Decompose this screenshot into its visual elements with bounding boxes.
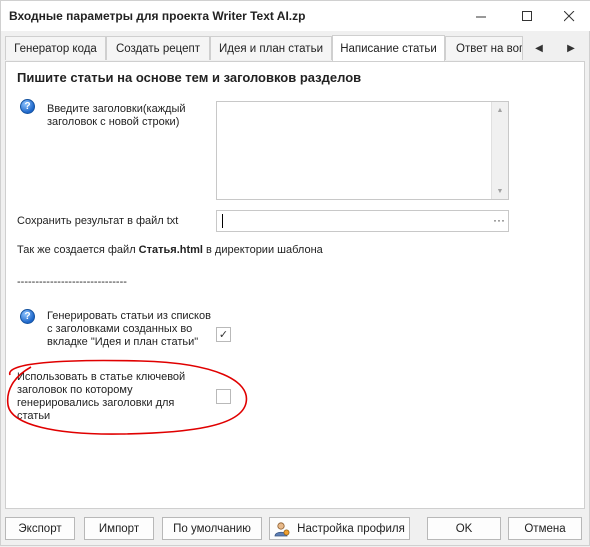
tab-scroll-right[interactable]: ▶ (557, 36, 585, 60)
tab-strip: Генератор кода Создать рецепт Идея и пла… (1, 35, 590, 62)
tab-label: Генератор кода (14, 42, 97, 55)
tab-create-recipe[interactable]: Создать рецепт (106, 36, 210, 60)
vertical-scrollbar[interactable]: ▲ ▼ (491, 102, 508, 199)
defaults-button[interactable]: По умолчанию (162, 517, 262, 540)
tab-write-article[interactable]: Написание статьи (332, 35, 445, 62)
note-suffix: в директории шаблона (202, 244, 323, 256)
profile-settings-label: Настройка профиля (297, 522, 405, 535)
text-caret (222, 214, 223, 228)
keyword-label: Использовать в статье ключевой заголовок… (17, 371, 186, 422)
chevron-left-icon: ◀ (535, 42, 543, 54)
generate-label: Генерировать статьи из списков с заголов… (47, 310, 211, 348)
minimize-button[interactable] (459, 1, 503, 31)
tab-label: Ответ на воп (456, 42, 523, 55)
separator-line: ------------------------------ (17, 276, 127, 288)
profile-settings-button[interactable]: Настройка профиля (269, 517, 410, 540)
tab-label: Идея и план статьи (218, 42, 323, 55)
dialog-window: Входные параметры для проекта Writer Tex… (0, 0, 590, 546)
html-note: Так же создается файл Статья.html в дире… (17, 244, 323, 257)
tab-scroll-left[interactable]: ◀ (525, 36, 553, 60)
ok-button[interactable]: OK (427, 517, 501, 540)
tab-answer[interactable]: Ответ на воп (445, 36, 523, 60)
save-file-input[interactable]: ··· (216, 210, 509, 232)
note-filename: Статья.html (138, 244, 203, 256)
save-file-label: Сохранить результат в файл txt (17, 215, 179, 227)
cancel-button[interactable]: Отмена (508, 517, 582, 540)
scroll-up-icon[interactable]: ▲ (492, 103, 508, 117)
maximize-icon (521, 10, 532, 21)
scroll-down-icon[interactable]: ▼ (492, 184, 508, 198)
section-heading: Пишите статьи на основе тем и заголовков… (17, 70, 362, 85)
generate-checkbox[interactable]: ✓ (216, 327, 231, 342)
help-icon[interactable]: ? (20, 309, 35, 324)
help-icon[interactable]: ? (20, 99, 35, 114)
tab-label: Написание статьи (340, 43, 437, 55)
browse-icon[interactable]: ··· (493, 213, 505, 227)
window-title: Входные параметры для проекта Writer Tex… (9, 9, 306, 23)
checkmark-icon: ✓ (218, 329, 229, 341)
tab-idea-plan[interactable]: Идея и план статьи (210, 36, 332, 60)
keyword-checkbox[interactable] (216, 389, 231, 404)
close-icon (563, 10, 574, 21)
export-button[interactable]: Экспорт (5, 517, 75, 540)
close-button[interactable] (547, 1, 590, 31)
tab-code-generator[interactable]: Генератор кода (5, 36, 106, 60)
user-profile-icon (274, 521, 290, 536)
chevron-right-icon: ▶ (567, 42, 575, 54)
maximize-button[interactable] (505, 1, 549, 31)
note-prefix: Так же создается файл (17, 244, 139, 256)
title-bar: Входные параметры для проекта Writer Tex… (1, 1, 590, 31)
tab-label: Создать рецепт (115, 42, 201, 55)
tab-content-panel: Пишите статьи на основе тем и заголовков… (5, 61, 585, 509)
minimize-icon (475, 16, 486, 17)
import-button[interactable]: Импорт (84, 517, 154, 540)
headings-label: Введите заголовки(каждый заголовок с нов… (47, 103, 186, 128)
headings-textarea[interactable]: ▲ ▼ (216, 101, 509, 200)
